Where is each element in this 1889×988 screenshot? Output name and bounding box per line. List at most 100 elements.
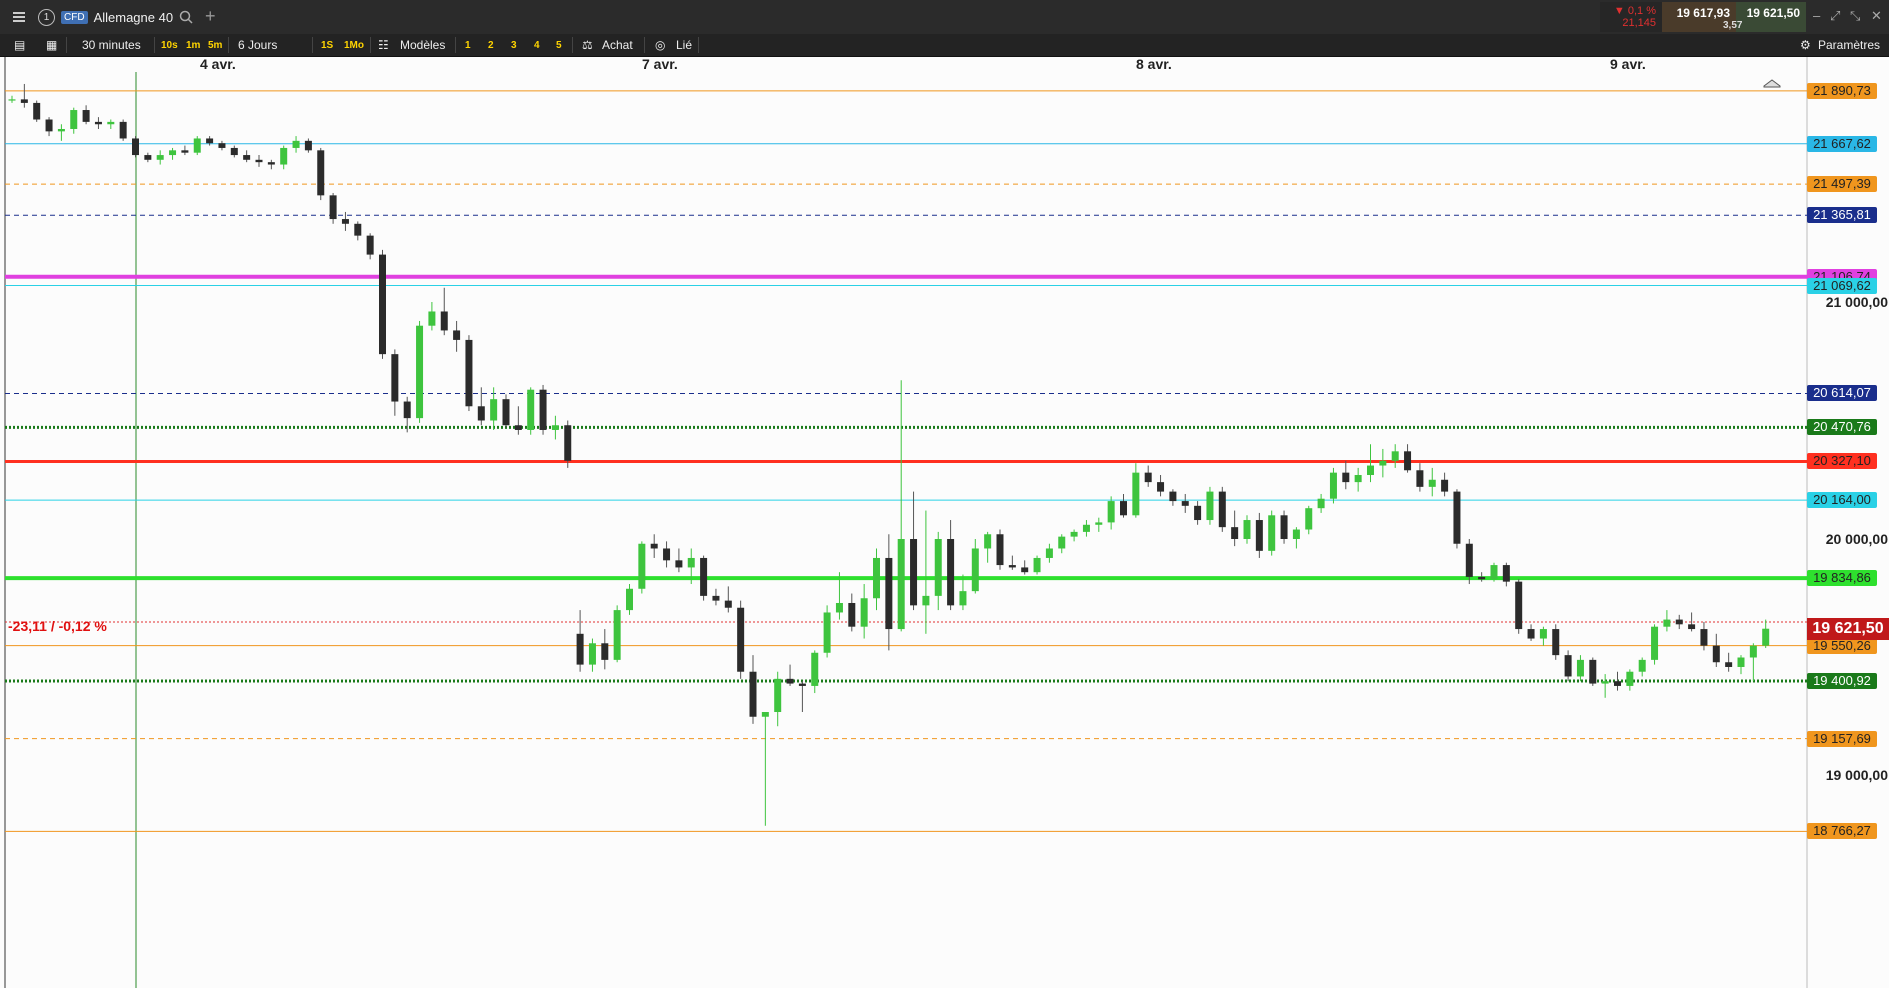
candle-body[interactable] (1255, 520, 1263, 551)
candle-body[interactable] (1576, 659, 1584, 677)
candle-body[interactable] (564, 425, 572, 461)
candle-body[interactable] (712, 595, 720, 601)
price-level-label[interactable]: 20 614,07 (1807, 385, 1877, 402)
candle-body[interactable] (1614, 681, 1621, 686)
candle-body[interactable] (206, 138, 214, 144)
interval-1s-button[interactable]: 1S (318, 37, 336, 53)
candle-body[interactable] (613, 610, 621, 660)
candle-body[interactable] (1428, 479, 1436, 487)
template-slot-3[interactable]: 3 (508, 37, 520, 53)
candle-body[interactable] (1181, 501, 1189, 506)
candle-body[interactable] (329, 195, 337, 220)
candle-body[interactable] (1021, 567, 1029, 573)
price-level-label[interactable]: 20 164,00 (1807, 492, 1877, 509)
settings-button[interactable]: Paramètres (1818, 36, 1880, 54)
candle-body[interactable] (1552, 629, 1560, 656)
candle-body[interactable] (1589, 659, 1597, 684)
candle-body[interactable] (1033, 557, 1041, 573)
price-level-label[interactable]: 21 497,39 (1807, 176, 1877, 193)
candle-body[interactable] (588, 643, 596, 665)
candle-body[interactable] (366, 235, 374, 255)
candle-body[interactable] (576, 633, 584, 665)
price-level-label[interactable]: 21 365,81 (1807, 207, 1877, 224)
candle-body[interactable] (8, 99, 16, 101)
candle-body[interactable] (1564, 655, 1572, 677)
fullscreen-icon[interactable]: ⤡ (1850, 8, 1860, 24)
candle-body[interactable] (1762, 628, 1770, 646)
candle-body[interactable] (1082, 524, 1090, 532)
layout-icon[interactable]: ▦ (46, 36, 57, 54)
candle-body[interactable] (1231, 527, 1239, 539)
candle-body[interactable] (1329, 472, 1337, 499)
candle-body[interactable] (1194, 505, 1202, 521)
candle-body[interactable] (1651, 626, 1659, 660)
candle-body[interactable] (1688, 624, 1696, 630)
candle-body[interactable] (477, 406, 485, 421)
price-level-label[interactable]: 20 470,76 (1807, 419, 1877, 436)
candle-body[interactable] (1045, 548, 1053, 558)
candle-body[interactable] (860, 598, 868, 627)
candle-body[interactable] (1527, 629, 1535, 639)
candle-body[interactable] (304, 140, 312, 151)
candle-body[interactable] (1157, 482, 1165, 492)
candle-body[interactable] (885, 557, 893, 630)
add-tab-button[interactable]: + (205, 6, 216, 27)
candle-body[interactable] (1008, 565, 1016, 568)
candle-body[interactable] (761, 712, 769, 717)
candle-body[interactable] (811, 652, 819, 686)
candle-body[interactable] (1268, 515, 1276, 551)
candle-body[interactable] (107, 121, 115, 125)
candle-body[interactable] (1749, 645, 1757, 658)
candle-body[interactable] (650, 543, 658, 549)
candle-body[interactable] (193, 138, 201, 153)
menu-button[interactable] (8, 8, 30, 26)
candle-body[interactable] (1095, 522, 1103, 525)
interval-5m-button[interactable]: 5m (205, 37, 225, 53)
price-level-label[interactable]: 21 069,62 (1807, 277, 1877, 294)
candle-body[interactable] (1712, 645, 1720, 663)
candle-body[interactable] (490, 399, 498, 421)
candle-body[interactable] (675, 560, 683, 568)
candle-body[interactable] (230, 147, 238, 156)
candle-body[interactable] (57, 128, 65, 132)
detach-icon[interactable]: ⤢ (1830, 8, 1840, 24)
price-chart[interactable] (0, 57, 1889, 988)
candle-body[interactable] (169, 150, 177, 156)
candle-body[interactable] (873, 557, 880, 599)
template-slot-5[interactable]: 5 (553, 37, 565, 53)
buy-icon[interactable]: ⚖ (582, 36, 593, 54)
candle-body[interactable] (1070, 531, 1078, 537)
candle-body[interactable] (416, 325, 424, 419)
timeframe-select[interactable]: 30 minutes (82, 36, 141, 54)
candle-body[interactable] (1675, 619, 1683, 625)
candle-body[interactable] (786, 678, 794, 684)
candle-body[interactable] (428, 311, 436, 326)
list-icon[interactable]: ▤ (14, 36, 25, 54)
candle-body[interactable] (1379, 460, 1387, 466)
linked-button[interactable]: Lié (676, 36, 692, 54)
candle-body[interactable] (45, 119, 53, 132)
candle-body[interactable] (280, 147, 288, 165)
search-icon[interactable] (179, 10, 193, 24)
price-level-label[interactable]: 19 157,69 (1807, 730, 1877, 747)
candle-body[interactable] (539, 389, 547, 430)
template-slot-2[interactable]: 2 (485, 37, 497, 53)
candle-body[interactable] (1367, 465, 1374, 476)
candle-body[interactable] (1601, 681, 1609, 684)
candle-body[interactable] (663, 548, 671, 561)
candle-body[interactable] (1465, 543, 1473, 577)
candle-body[interactable] (1441, 479, 1449, 492)
candle-body[interactable] (626, 588, 633, 611)
candle-body[interactable] (798, 683, 806, 686)
templates-button[interactable]: Modèles (400, 36, 445, 54)
candle-body[interactable] (774, 678, 782, 713)
candle-body[interactable] (947, 539, 955, 606)
candle-body[interactable] (514, 425, 522, 430)
candle-body[interactable] (749, 671, 757, 717)
candle-body[interactable] (1243, 520, 1251, 539)
candle-body[interactable] (440, 311, 448, 331)
price-level-label[interactable]: 21 890,73 (1807, 82, 1877, 99)
candle-body[interactable] (1725, 662, 1733, 667)
candle-body[interactable] (1539, 629, 1547, 639)
candle-body[interactable] (638, 543, 646, 589)
